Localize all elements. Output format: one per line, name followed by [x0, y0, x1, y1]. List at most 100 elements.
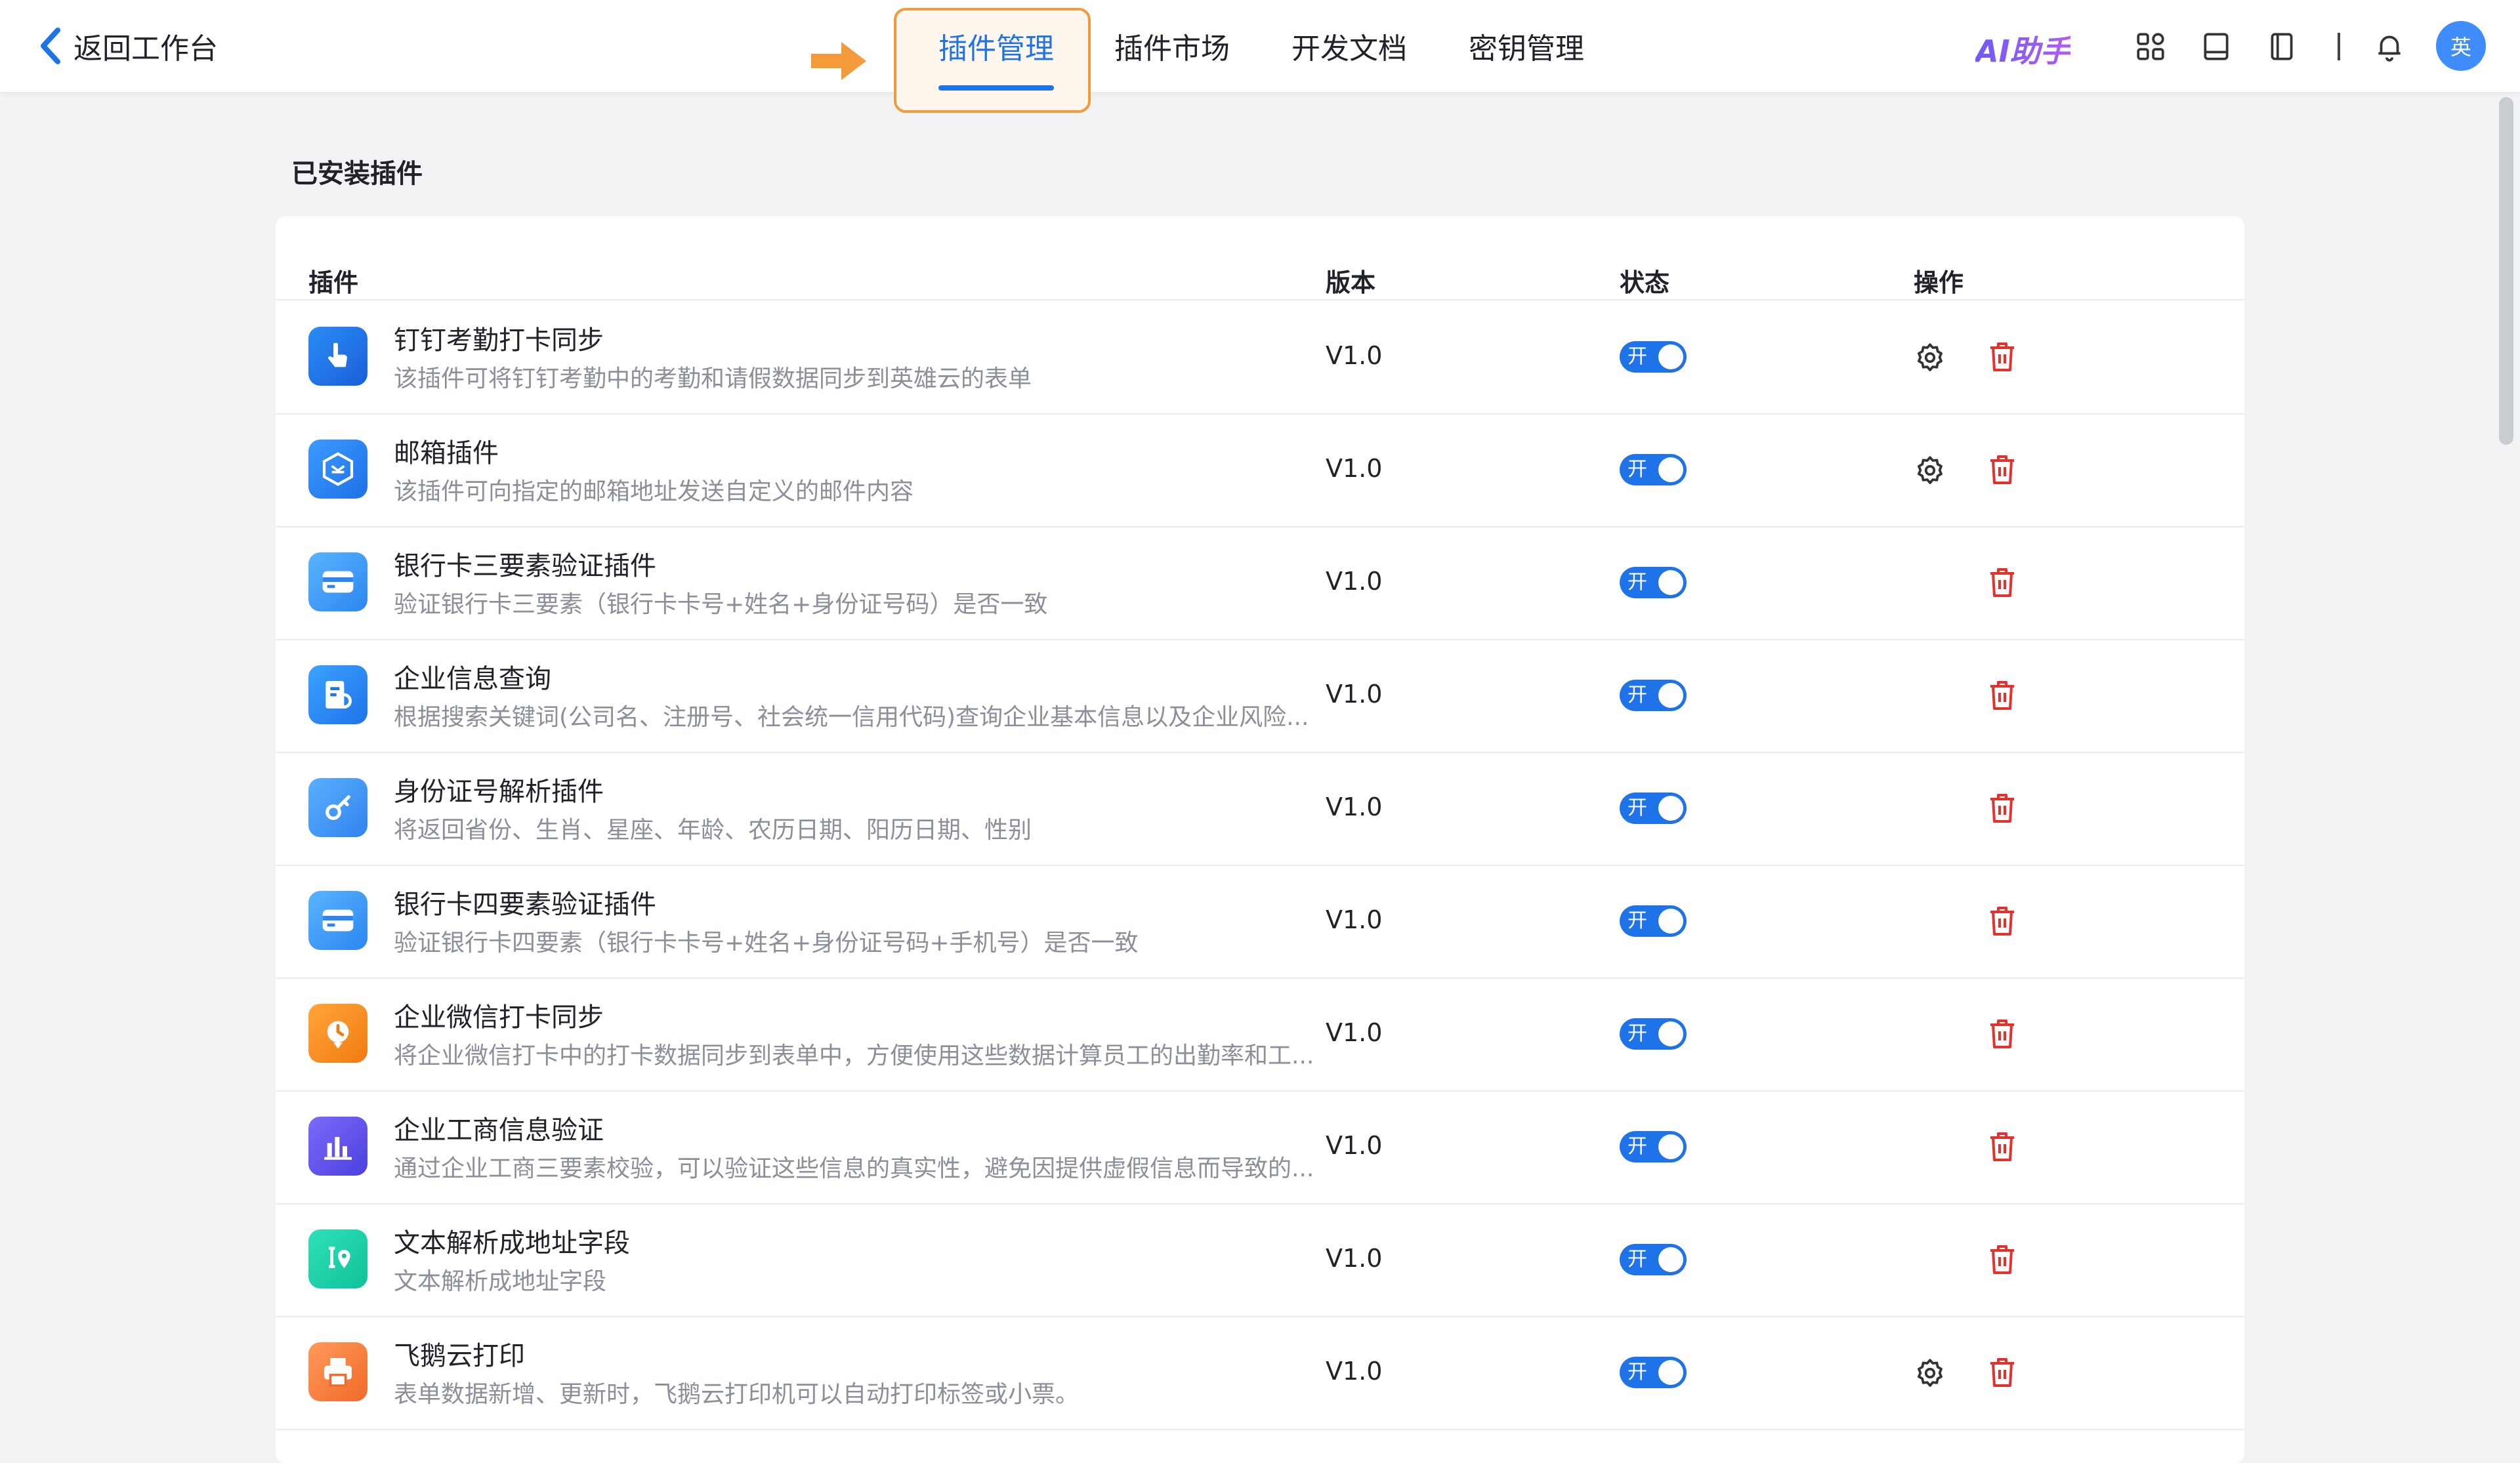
table-row: 企业工商信息验证 通过企业工商三要素校验，可以验证这些信息的真实性，避免因提供虚…	[276, 1090, 2244, 1205]
table-row: 银行卡三要素验证插件 验证银行卡三要素（银行卡卡号+姓名+身份证号码）是否一致 …	[276, 526, 2244, 640]
section-title: 已安装插件	[291, 159, 423, 189]
toggle-knob	[1658, 683, 1683, 708]
plugin-description: 通过企业工商三要素校验，可以验证这些信息的真实性，避免因提供虚假信息而导致的..…	[394, 1155, 1314, 1182]
toggle-label: 开	[1628, 684, 1647, 707]
notebook-icon[interactable]	[2265, 30, 2298, 63]
delete-trash-icon[interactable]	[1986, 904, 2019, 938]
address-parse-icon	[308, 1229, 368, 1288]
plugin-version: V1.0	[1326, 1018, 1383, 1047]
tab-key-management[interactable]: 密钥管理	[1469, 25, 1584, 71]
back-label: 返回工作台	[74, 32, 218, 66]
table-row: 邮箱插件 该插件可向指定的邮箱地址发送自定义的邮件内容 V1.0 开	[276, 413, 2244, 527]
column-header-version: 版本	[1326, 268, 1376, 297]
plugin-name: 企业微信打卡同步	[394, 1002, 604, 1033]
company-search-icon	[308, 665, 368, 724]
plugin-name: 邮箱插件	[394, 438, 499, 468]
toggle-knob	[1658, 1134, 1683, 1159]
delete-trash-icon[interactable]	[1986, 566, 2019, 600]
toggle-label: 开	[1628, 909, 1647, 932]
status-toggle[interactable]: 开	[1620, 567, 1687, 598]
toggle-label: 开	[1628, 796, 1647, 819]
plugin-description: 根据搜索关键词(公司名、注册号、社会统一信用代码)查询企业基本信息以及企业风险.…	[394, 704, 1309, 731]
plugin-description: 将企业微信打卡中的打卡数据同步到表单中，方便使用这些数据计算员工的出勤率和工..…	[394, 1042, 1314, 1069]
toggle-knob	[1658, 457, 1683, 482]
status-toggle[interactable]: 开	[1620, 1357, 1687, 1388]
status-toggle[interactable]: 开	[1620, 1244, 1687, 1275]
toggle-knob	[1658, 1021, 1683, 1046]
plugin-version: V1.0	[1326, 454, 1383, 483]
toggle-label: 开	[1628, 1135, 1647, 1158]
business-chart-icon	[308, 1117, 368, 1176]
plugin-name: 企业工商信息验证	[394, 1115, 604, 1145]
status-toggle[interactable]: 开	[1620, 1018, 1687, 1050]
status-toggle[interactable]: 开	[1620, 1131, 1687, 1163]
plugin-description: 表单数据新增、更新时，飞鹅云打印机可以自动打印标签或小票。	[394, 1381, 1080, 1408]
delete-trash-icon[interactable]	[1986, 1243, 2019, 1277]
user-avatar[interactable]: 英	[2436, 21, 2486, 71]
plugin-name: 身份证号解析插件	[394, 777, 604, 807]
toggle-knob	[1658, 1247, 1683, 1272]
plugin-name: 文本解析成地址字段	[394, 1228, 630, 1258]
delete-trash-icon[interactable]	[1986, 678, 2019, 712]
table-row: 企业微信打卡同步 将企业微信打卡中的打卡数据同步到表单中，方便使用这些数据计算员…	[276, 978, 2244, 1092]
dingtalk-icon	[308, 327, 368, 386]
status-toggle[interactable]: 开	[1620, 905, 1687, 937]
status-toggle[interactable]: 开	[1620, 680, 1687, 711]
status-toggle[interactable]: 开	[1620, 793, 1687, 824]
status-toggle[interactable]: 开	[1620, 341, 1687, 373]
toggle-knob	[1658, 909, 1683, 934]
plugin-version: V1.0	[1326, 1244, 1383, 1273]
delete-trash-icon[interactable]	[1986, 791, 2019, 825]
id-key-icon	[308, 778, 368, 837]
book-icon[interactable]	[2200, 30, 2233, 63]
printer-icon	[308, 1342, 368, 1401]
toggle-label: 开	[1628, 458, 1647, 481]
delete-trash-icon[interactable]	[1986, 1355, 2019, 1390]
toggle-knob	[1658, 1360, 1683, 1385]
plugin-description: 将返回省份、生肖、星座、年龄、农历日期、阳历日期、性别	[394, 817, 1032, 844]
plugin-version: V1.0	[1326, 905, 1383, 934]
settings-gear-icon[interactable]	[1914, 341, 1946, 374]
plugin-name: 银行卡四要素验证插件	[394, 890, 656, 920]
toggle-knob	[1658, 344, 1683, 369]
bell-icon[interactable]	[2373, 30, 2406, 63]
plugin-version: V1.0	[1326, 341, 1383, 370]
table-row: 银行卡四要素验证插件 验证银行卡四要素（银行卡卡号+姓名+身份证号码+手机号）是…	[276, 865, 2244, 979]
chevron-left-icon	[41, 28, 60, 64]
plugin-description: 该插件可向指定的邮箱地址发送自定义的邮件内容	[394, 478, 914, 505]
wecom-clock-icon	[308, 1004, 368, 1063]
plugin-description: 验证银行卡三要素（银行卡卡号+姓名+身份证号码）是否一致	[394, 591, 1048, 618]
mailbox-icon	[308, 440, 368, 499]
tab-plugin-management[interactable]: 插件管理	[938, 25, 1054, 91]
table-row: 身份证号解析插件 将返回省份、生肖、星座、年龄、农历日期、阳历日期、性别 V1.…	[276, 752, 2244, 866]
back-to-workbench-link[interactable]: 返回工作台	[38, 25, 218, 67]
plugin-version: V1.0	[1326, 793, 1383, 821]
tab-developer-docs[interactable]: 开发文档	[1292, 25, 1407, 71]
toolbar-divider	[2338, 33, 2340, 60]
toggle-knob	[1658, 796, 1683, 821]
page-scrollbar-thumb[interactable]	[2499, 97, 2513, 445]
column-header-actions: 操作	[1914, 268, 1964, 297]
ai-assistant-button[interactable]: AI助手	[1975, 28, 2070, 69]
tab-plugin-market[interactable]: 插件市场	[1114, 25, 1230, 71]
settings-gear-icon[interactable]	[1914, 1357, 1946, 1390]
delete-trash-icon[interactable]	[1986, 1017, 2019, 1051]
table-row: 文本解析成地址字段 文本解析成地址字段 V1.0 开	[276, 1203, 2244, 1317]
bank-card-icon	[308, 891, 368, 950]
apps-grid-icon[interactable]	[2134, 30, 2167, 63]
delete-trash-icon[interactable]	[1986, 1130, 2019, 1164]
plugin-name: 飞鹅云打印	[394, 1341, 525, 1371]
installed-plugins-table: 插件 版本 状态 操作 钉钉考勤打卡同步 该插件可将钉钉考勤中的考勤和请假数据同…	[276, 216, 2244, 1463]
table-row: 企业信息查询 根据搜索关键词(公司名、注册号、社会统一信用代码)查询企业基本信息…	[276, 639, 2244, 753]
toggle-label: 开	[1628, 1022, 1647, 1045]
column-header-plugin: 插件	[308, 268, 359, 297]
delete-trash-icon[interactable]	[1986, 453, 2019, 487]
toggle-label: 开	[1628, 1248, 1647, 1271]
plugin-description: 验证银行卡四要素（银行卡卡号+姓名+身份证号码+手机号）是否一致	[394, 930, 1139, 957]
delete-trash-icon[interactable]	[1986, 340, 2019, 374]
settings-gear-icon[interactable]	[1914, 454, 1946, 487]
top-bar: 返回工作台 插件管理 插件市场 开发文档 密钥管理 AI助手 英	[0, 0, 2520, 113]
plugin-name: 企业信息查询	[394, 664, 551, 694]
column-header-status: 状态	[1620, 268, 1670, 297]
status-toggle[interactable]: 开	[1620, 454, 1687, 485]
